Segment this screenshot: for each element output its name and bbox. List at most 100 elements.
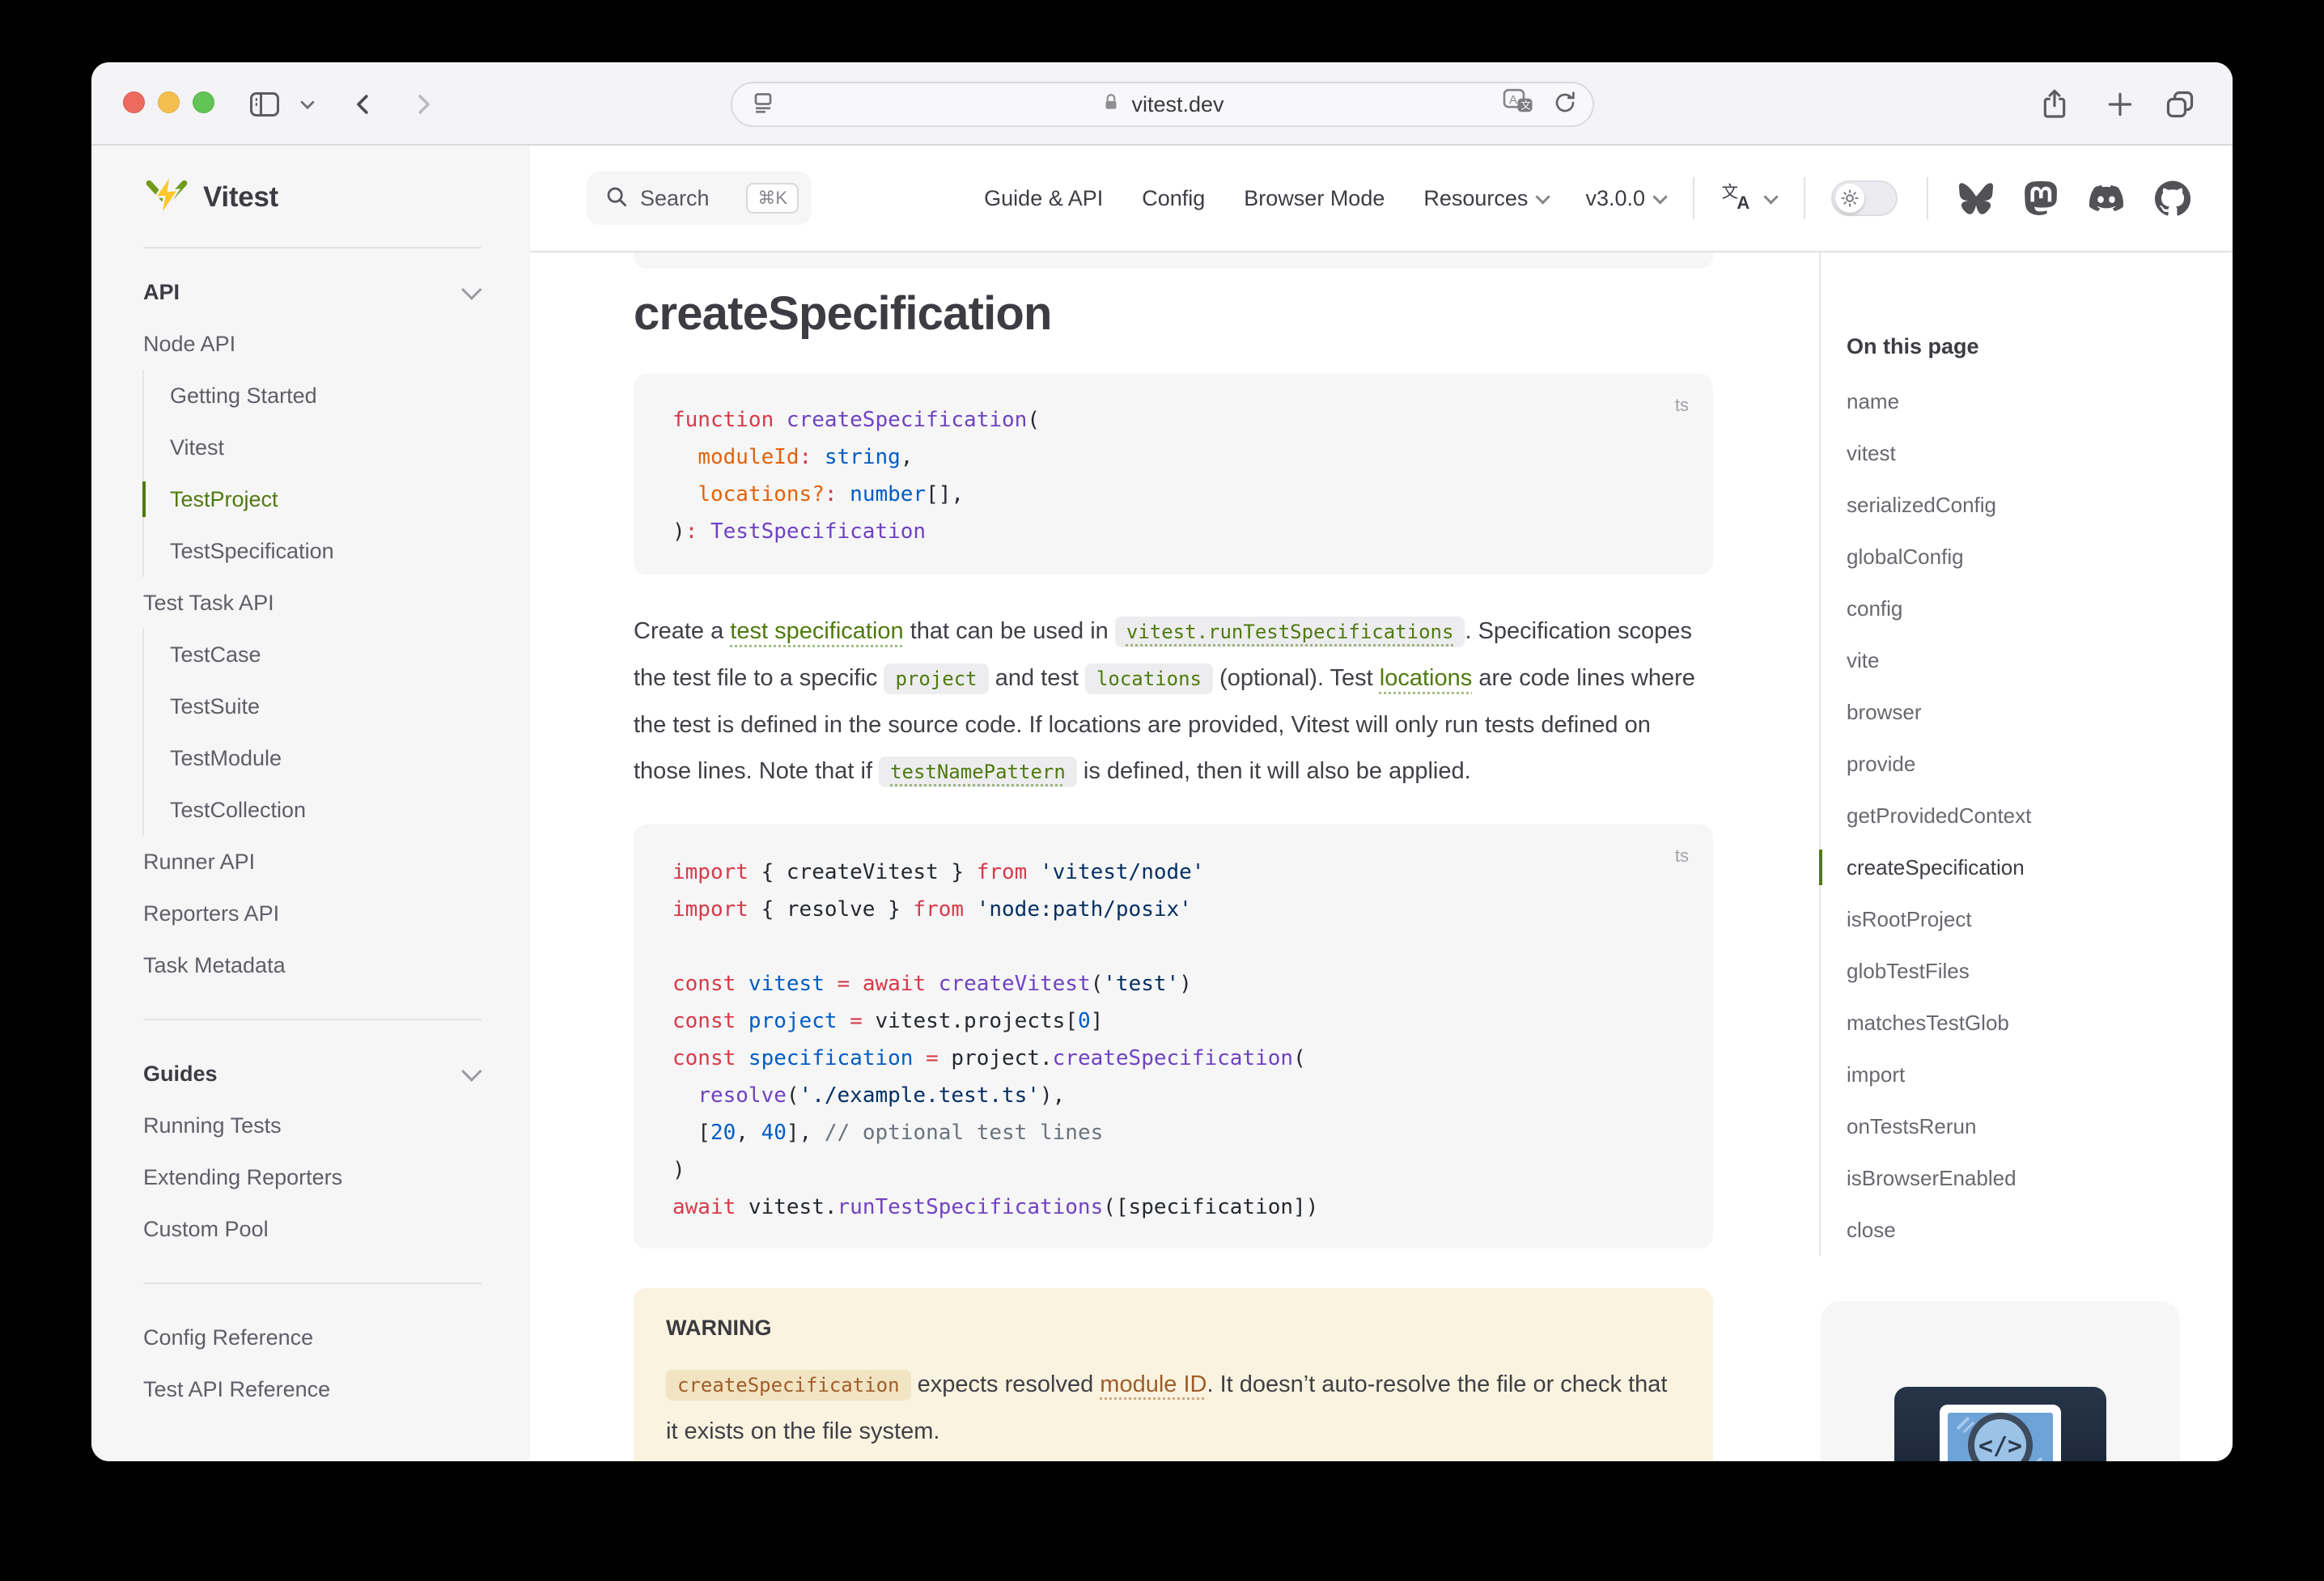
code-line: [20, 40], // optional test lines xyxy=(672,1114,1674,1151)
zoom-button[interactable] xyxy=(193,91,214,113)
inline-code[interactable]: testNamePattern xyxy=(879,757,1077,787)
sidebar-item[interactable]: Test API Reference xyxy=(143,1363,481,1415)
sidebar-item[interactable]: Task Metadata xyxy=(143,939,481,991)
svg-text:文: 文 xyxy=(1520,100,1531,112)
sidebar-item[interactable]: Running Tests xyxy=(143,1100,481,1151)
sidebar-toggle-icon[interactable] xyxy=(248,62,282,146)
sidebar-item[interactable]: Getting Started xyxy=(170,370,481,422)
sidebar-item[interactable]: Reporters API xyxy=(143,888,481,939)
address-bar[interactable]: vitest.dev A 文 xyxy=(731,82,1594,127)
code-block-example: ts import { createVitest } from 'vitest/… xyxy=(634,824,1713,1248)
sidebar-section-header[interactable]: Guides xyxy=(143,1048,481,1100)
chevron-down-icon xyxy=(1763,189,1778,204)
chevron-down-icon xyxy=(1536,189,1550,204)
outline-item[interactable]: isBrowserEnabled xyxy=(1847,1152,2233,1204)
sidebar-item[interactable]: TestSpecification xyxy=(170,525,481,577)
outline-item[interactable]: close xyxy=(1847,1204,2233,1256)
outline-item[interactable]: import xyxy=(1847,1049,2233,1100)
main-area: Search ⌘K Guide & API Config Browser Mod… xyxy=(530,146,2233,1461)
code-line: const vitest = await createVitest('test'… xyxy=(672,965,1674,1002)
outline-item[interactable]: isRootProject xyxy=(1847,893,2233,945)
inline-code[interactable]: project xyxy=(884,663,988,694)
navbar-divider xyxy=(1927,177,1928,219)
outline-item[interactable]: name xyxy=(1847,375,2233,427)
sidebar-item[interactable]: TestCase xyxy=(170,629,481,680)
navbar-links: Guide & API Config Browser Mode Resource… xyxy=(945,177,2190,219)
navbar-divider xyxy=(1804,177,1805,219)
sidebar-item[interactable]: Custom Pool xyxy=(143,1203,481,1255)
outline-item[interactable]: provide xyxy=(1847,738,2233,790)
outline: On this page namevitestserializedConfigg… xyxy=(1819,252,2233,1256)
translate-icon[interactable]: A 文 xyxy=(1502,87,1536,122)
sidebar-item[interactable]: TestModule xyxy=(170,732,481,784)
outline-item[interactable]: vitest xyxy=(1847,427,2233,479)
minimize-button[interactable] xyxy=(158,91,180,113)
discord-icon[interactable] xyxy=(2087,181,2126,215)
sponsor-card[interactable]: </> xyxy=(1821,1301,2180,1461)
outline-item[interactable]: serializedConfig xyxy=(1847,479,2233,531)
sidebar-item[interactable]: Node API xyxy=(143,318,481,370)
sidebar-chevron-icon[interactable] xyxy=(299,62,316,146)
code-line: import { createVitest } from 'vitest/nod… xyxy=(672,854,1674,891)
close-button[interactable] xyxy=(123,91,145,113)
code-line: resolve('./example.test.ts'), xyxy=(672,1077,1674,1114)
reload-icon[interactable] xyxy=(1552,90,1578,120)
github-icon[interactable] xyxy=(2155,180,2190,216)
outline-item[interactable]: matchesTestGlob xyxy=(1847,997,2233,1049)
code-line: import { resolve } from 'node:path/posix… xyxy=(672,891,1674,928)
chevron-down-icon xyxy=(461,279,481,299)
mastodon-icon[interactable] xyxy=(2024,181,2058,215)
sidebar-item[interactable]: Extending Reporters xyxy=(143,1151,481,1203)
outline-item[interactable]: globTestFiles xyxy=(1847,945,2233,997)
sidebar-section-header[interactable]: API xyxy=(143,266,481,318)
sidebar-item[interactable]: TestProject xyxy=(170,473,481,525)
sidebar-nav: APINode APIGetting StartedVitestTestProj… xyxy=(143,248,481,1415)
outline-item[interactable]: onTestsRerun xyxy=(1847,1100,2233,1152)
titlebar: vitest.dev A 文 xyxy=(91,62,2233,146)
outline-item[interactable]: config xyxy=(1847,583,2233,634)
search-button[interactable]: Search ⌘K xyxy=(587,172,812,225)
new-tab-icon[interactable] xyxy=(2105,62,2135,146)
sidebar-item[interactable]: Config Reference xyxy=(143,1312,481,1363)
nav-link-guide[interactable]: Guide & API xyxy=(984,186,1103,211)
svg-text:A: A xyxy=(1737,192,1749,212)
sidebar-item[interactable]: TestCollection xyxy=(170,784,481,836)
text-run: (optional). Test xyxy=(1213,665,1380,691)
warning-title: WARNING xyxy=(666,1316,1681,1341)
outline-item[interactable]: createSpecification xyxy=(1847,841,2233,893)
code-lang-badge: ts xyxy=(1675,387,1689,424)
site-logo[interactable]: Vitest xyxy=(143,173,481,222)
tab-overview-icon[interactable] xyxy=(2163,62,2197,146)
forward-icon[interactable] xyxy=(409,62,436,146)
inline-code[interactable]: vitest.runTestSpecifications xyxy=(1115,617,1465,647)
outline-item[interactable]: vite xyxy=(1847,634,2233,686)
share-icon[interactable] xyxy=(2038,62,2071,146)
back-icon[interactable] xyxy=(350,62,378,146)
outline-item[interactable]: getProvidedContext xyxy=(1847,790,2233,841)
theme-toggle[interactable] xyxy=(1831,180,1898,216)
outline-item[interactable]: browser xyxy=(1847,686,2233,738)
text-run: is defined, then it will also be applied… xyxy=(1077,758,1471,784)
sidebar-item[interactable]: TestSuite xyxy=(170,680,481,732)
inline-code[interactable]: createSpecification xyxy=(666,1370,911,1401)
language-menu[interactable]: 文 A xyxy=(1720,180,1775,217)
outline-item[interactable]: globalConfig xyxy=(1847,531,2233,583)
sidebar-nested-group: Getting StartedVitestTestProjectTestSpec… xyxy=(142,370,481,577)
sidebar-item[interactable]: Vitest xyxy=(170,422,481,473)
text-link[interactable]: test specification xyxy=(730,618,903,644)
nav-menu-resources[interactable]: Resources xyxy=(1423,186,1546,211)
nav-link-browser-mode[interactable]: Browser Mode xyxy=(1244,186,1385,211)
sidebar-divider xyxy=(143,1019,481,1020)
sidebar-item[interactable]: Test Task API xyxy=(143,577,481,629)
nav-link-config[interactable]: Config xyxy=(1142,186,1205,211)
code-line: ) xyxy=(672,1151,1674,1189)
nav-menu-version[interactable]: v3.0.0 xyxy=(1585,186,1664,211)
vitest-logo-icon xyxy=(143,172,190,223)
inline-code[interactable]: locations xyxy=(1085,663,1213,694)
svg-text:A: A xyxy=(1509,92,1517,106)
sidebar-item[interactable]: Runner API xyxy=(143,836,481,888)
text-link[interactable]: locations xyxy=(1380,665,1472,691)
text-link[interactable]: module ID xyxy=(1100,1371,1207,1397)
text-run: that can be used in xyxy=(904,618,1115,644)
bluesky-icon[interactable] xyxy=(1957,181,1995,215)
